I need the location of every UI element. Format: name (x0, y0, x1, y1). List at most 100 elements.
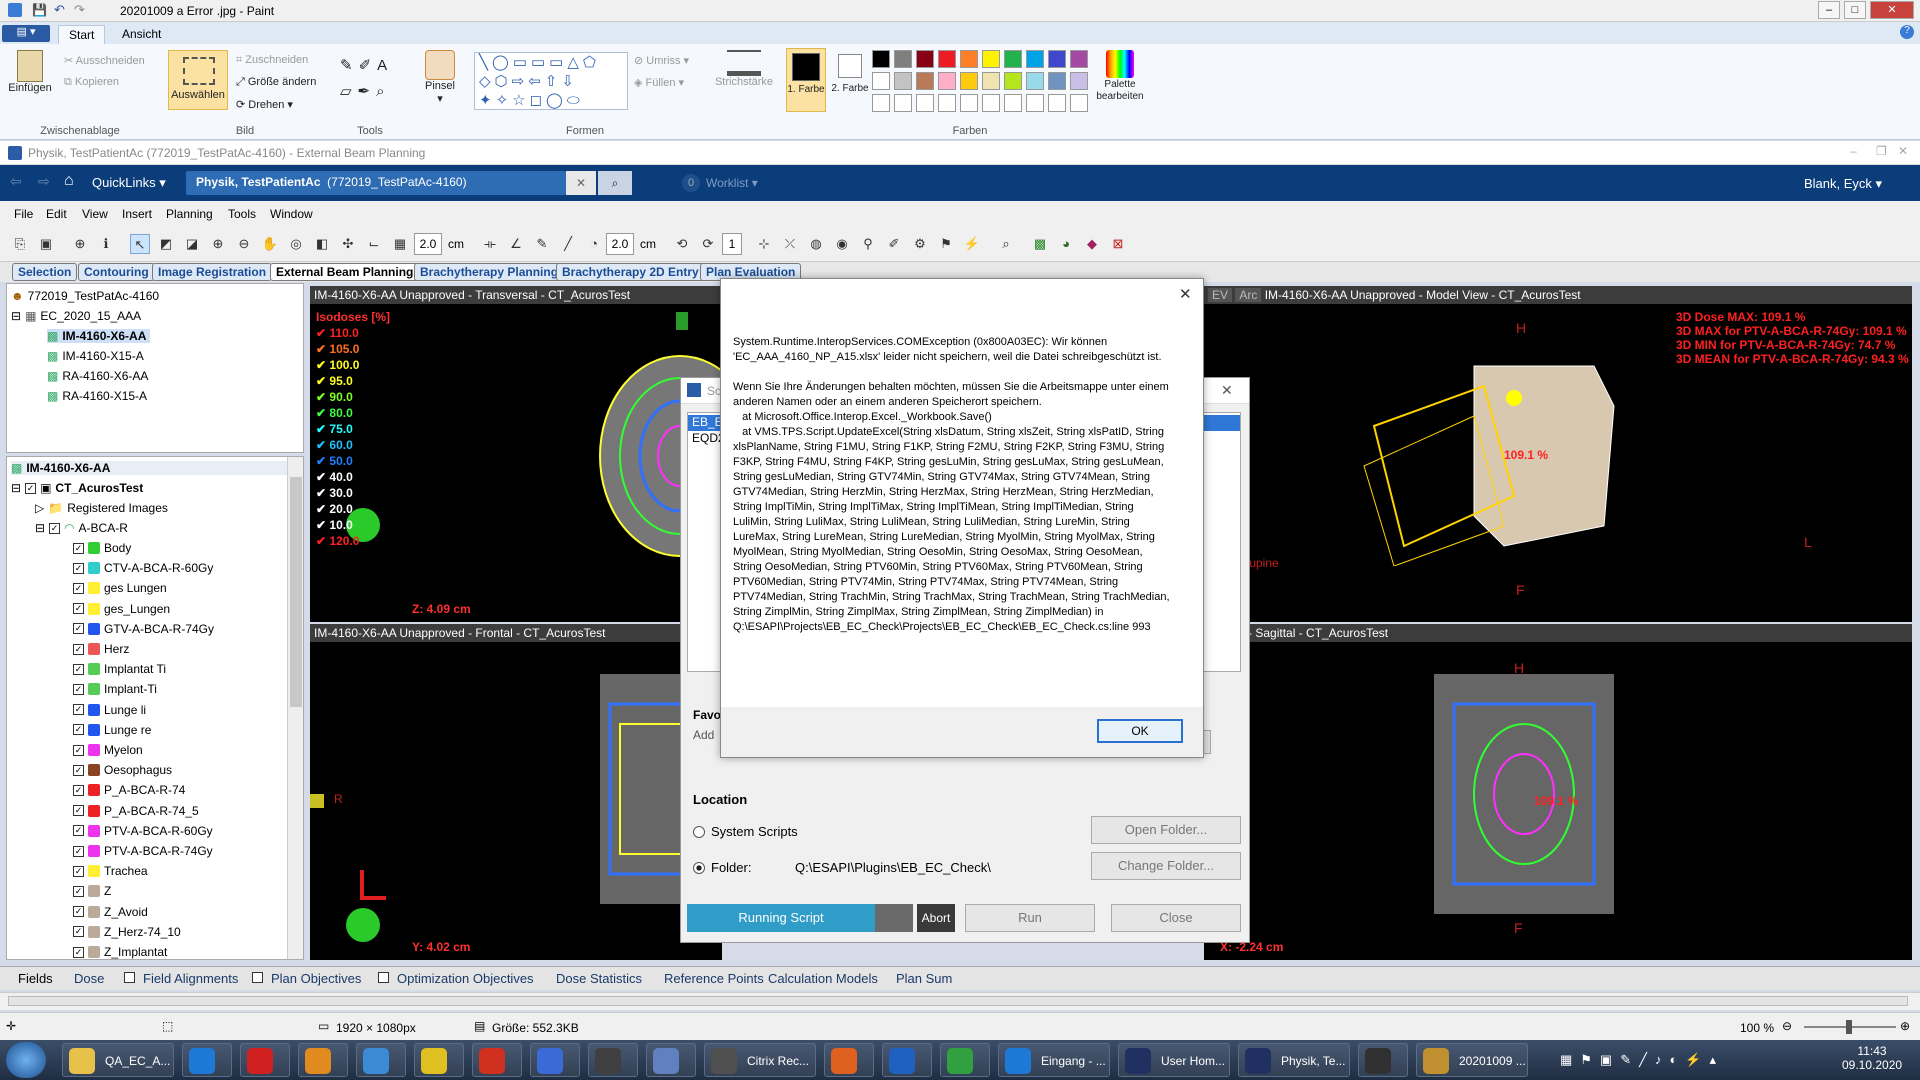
run-button[interactable]: Run (965, 904, 1095, 932)
layout-icon[interactable]: ▩ (1030, 234, 1050, 254)
calc-icon[interactable]: ⚡ (962, 234, 982, 254)
tab-checkbox[interactable] (124, 972, 135, 983)
abort-button[interactable]: Abort (917, 904, 955, 932)
back-icon[interactable]: ⇦ (10, 173, 22, 190)
taskbar-item[interactable]: Citrix Rec... (704, 1043, 816, 1077)
transversal-view[interactable]: IM-4160-X6-AA Unapproved - Transversal -… (310, 286, 722, 622)
structure-checkbox[interactable]: ✓ (73, 724, 84, 736)
tree-plan[interactable]: ▩ RA-4160-X6-AA (47, 369, 148, 383)
structure-item[interactable]: ✓ Z_Implantat (73, 945, 167, 959)
gantry-icon[interactable]: ◍ (806, 234, 826, 254)
minimize-icon[interactable]: – (1850, 144, 1857, 158)
isodose-level[interactable]: ✔ 90.0 (316, 390, 353, 404)
tab-checkbox[interactable] (378, 972, 389, 983)
outline-button[interactable]: ⊘ Umriss ▾ (634, 54, 689, 67)
search-icon[interactable]: ⌕ (598, 171, 632, 195)
change-folder-button[interactable]: Change Folder... (1091, 852, 1241, 880)
structure-item[interactable]: ✓ ges_Lungen (73, 602, 170, 616)
isodose-level[interactable]: ✔ 50.0 (316, 454, 353, 468)
menu-edit[interactable]: Edit (46, 207, 67, 221)
beam-icon[interactable]: ⟲ (672, 234, 692, 254)
bottom-tab[interactable]: Dose Statistics (556, 971, 642, 986)
zoom-in-icon[interactable]: ⊕ (208, 234, 228, 254)
palette-swatch-empty[interactable] (894, 94, 912, 112)
tree-structure-set[interactable]: ⊟ ✓ ◠ A-BCA-R (35, 521, 128, 535)
structure-checkbox[interactable]: ✓ (73, 643, 84, 655)
palette-swatch-empty[interactable] (960, 94, 978, 112)
structure-item[interactable]: ✓ Implant-Ti (73, 682, 157, 696)
bottom-tab[interactable]: Optimization Objectives (378, 971, 534, 986)
palette-swatch-empty[interactable] (982, 94, 1000, 112)
structure-item[interactable]: ✓ ges Lungen (73, 581, 167, 595)
tab-start[interactable]: Start (58, 25, 106, 44)
field-count[interactable]: 1 (722, 233, 742, 255)
palette-swatch-empty[interactable] (1048, 94, 1066, 112)
structure-checkbox[interactable]: ✓ (73, 562, 84, 574)
open-icon[interactable]: ⎘ (10, 234, 30, 254)
line-icon[interactable]: ╱ (558, 234, 578, 254)
palette-swatch[interactable] (872, 50, 890, 68)
model-view[interactable]: EV Arc IM-4160-X6-AA Unapproved - Model … (1204, 286, 1912, 622)
workspace-tab-active[interactable]: External Beam Planning (270, 263, 420, 281)
structure-checkbox[interactable]: ✓ (73, 542, 84, 554)
color2-button[interactable]: 2. Farbe (830, 48, 870, 112)
tree-course[interactable]: ⊟ ▦ EC_2020_15_AAA (11, 309, 141, 323)
tree-image[interactable]: ⊟ ✓ ▣ CT_AcurosTest (11, 481, 143, 495)
structure-item[interactable]: ✓ CTV-A-BCA-R-60Gy (73, 561, 213, 575)
tree-patient[interactable]: ☻ 772019_TestPatAc-4160 (11, 289, 159, 303)
horizontal-scrollbar[interactable] (0, 992, 1920, 1010)
taskbar-item[interactable] (646, 1043, 696, 1077)
structure-checkbox[interactable]: ✓ (73, 865, 84, 877)
structure-item[interactable]: ✓ Lunge re (73, 723, 151, 737)
brush-button[interactable]: Pinsel ▾ (422, 50, 458, 105)
system-scripts-radio[interactable]: System Scripts (693, 824, 798, 839)
system-tray-icons[interactable]: ▦⚑▣✎╱♪◐⚡▴ (1560, 1052, 1724, 1068)
circle-tool-icon[interactable]: ◔ (584, 234, 604, 254)
tree-plan[interactable]: ▩ IM-4160-X15-A (47, 349, 144, 363)
structure-item[interactable]: ✓ PTV-A-BCA-R-60Gy (73, 824, 213, 838)
taskbar-item[interactable] (414, 1043, 464, 1077)
tab-ansicht[interactable]: Ansicht (112, 25, 171, 44)
isodose-level[interactable]: ✔ 30.0 (316, 486, 353, 500)
palette-swatch-empty[interactable] (938, 94, 956, 112)
level-icon[interactable]: ◪ (182, 234, 202, 254)
minimize-button[interactable]: – (1818, 1, 1840, 19)
taskbar-item[interactable]: Eingang - ... (998, 1043, 1110, 1077)
pointer-icon[interactable]: ↖ (130, 234, 150, 254)
isodose-level[interactable]: ✔ 40.0 (316, 470, 353, 484)
block-icon[interactable]: ⚑ (936, 234, 956, 254)
structure-item[interactable]: ✓ Herz (73, 642, 129, 656)
palette-swatch-empty[interactable] (1004, 94, 1022, 112)
measure-icon[interactable]: ⟛ (480, 234, 500, 254)
tree-plan-selected[interactable]: ▩ IM-4160-X6-AA (47, 329, 151, 343)
open-folder-button[interactable]: Open Folder... (1091, 816, 1241, 844)
menu-insert[interactable]: Insert (122, 207, 152, 221)
zoom-slider[interactable] (1804, 1020, 1896, 1034)
taskbar-item[interactable]: 20201009 ... (1416, 1043, 1528, 1077)
help-icon[interactable]: ? (1900, 25, 1914, 39)
palette-swatch[interactable] (1048, 50, 1066, 68)
structure-checkbox[interactable]: ✓ (73, 704, 84, 716)
palette-swatch[interactable] (916, 72, 934, 90)
copy-button[interactable]: ⧉ Kopieren (64, 76, 119, 89)
zoom-value-2[interactable]: 2.0 (606, 233, 634, 255)
tree-scrollbar[interactable] (287, 457, 303, 959)
info-icon[interactable]: ℹ (96, 234, 116, 254)
cut-button[interactable]: ✂ Ausschneiden (64, 54, 145, 67)
folder-radio[interactable]: Folder: (693, 860, 751, 875)
structure-item[interactable]: ✓ Implantat Ti (73, 662, 166, 676)
palette-swatch[interactable] (1004, 72, 1022, 90)
structure-checkbox[interactable]: ✓ (73, 623, 84, 635)
taskbar-item[interactable]: Physik, Te... (1238, 1043, 1350, 1077)
quicklinks-menu[interactable]: QuickLinks ▾ (92, 175, 166, 191)
color1-button[interactable]: 1. Farbe (786, 48, 826, 112)
collimator-icon[interactable]: ⤫ (780, 234, 800, 254)
bottom-tab[interactable]: Field Alignments (124, 971, 238, 986)
close-icon[interactable]: ✕ (1221, 382, 1233, 399)
target-icon[interactable]: ⊕ (70, 234, 90, 254)
color-palette[interactable] (872, 50, 1092, 116)
isodose-level[interactable]: ✔ 20.0 (316, 502, 353, 516)
isodose-level[interactable]: ✔ 110.0 (316, 326, 359, 340)
restore-icon[interactable]: ❐ (1876, 144, 1887, 158)
palette-swatch[interactable] (938, 50, 956, 68)
